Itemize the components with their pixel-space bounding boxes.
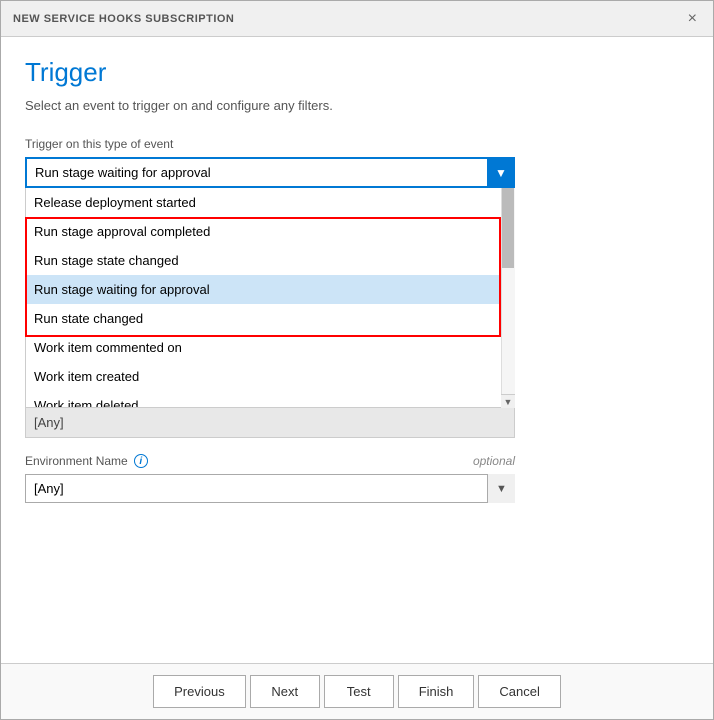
any-filter-row[interactable]: [Any] bbox=[25, 408, 515, 438]
env-label-row: Environment Name i optional bbox=[25, 454, 515, 468]
info-icon[interactable]: i bbox=[134, 454, 148, 468]
env-dropdown[interactable]: [Any] ▼ bbox=[25, 474, 515, 503]
event-trigger-selected[interactable]: Run stage waiting for approval bbox=[25, 157, 515, 188]
previous-button[interactable]: Previous bbox=[153, 675, 246, 708]
page-title: Trigger bbox=[25, 57, 689, 88]
scrollbar-track[interactable]: ▼ bbox=[501, 188, 515, 408]
list-item[interactable]: Work item commented on bbox=[26, 333, 514, 362]
env-selected-value: [Any] bbox=[34, 481, 64, 496]
any-label: [Any] bbox=[34, 415, 64, 430]
env-name-label: Environment Name bbox=[25, 454, 128, 468]
page-subtitle: Select an event to trigger on and config… bbox=[25, 98, 689, 113]
list-item[interactable]: Run state changed bbox=[26, 304, 514, 333]
test-button[interactable]: Test bbox=[324, 675, 394, 708]
list-item-selected[interactable]: Run stage waiting for approval bbox=[26, 275, 514, 304]
title-bar: NEW SERVICE HOOKS SUBSCRIPTION × bbox=[1, 1, 713, 37]
next-button[interactable]: Next bbox=[250, 675, 320, 708]
list-item[interactable]: Work item deleted bbox=[26, 391, 514, 408]
scrollbar-down-arrow[interactable]: ▼ bbox=[501, 394, 515, 408]
selected-value-text: Run stage waiting for approval bbox=[35, 165, 211, 180]
event-trigger-dropdown[interactable]: Run stage waiting for approval ▼ bbox=[25, 157, 515, 188]
dialog-footer: Previous Next Test Finish Cancel bbox=[1, 663, 713, 719]
list-item[interactable]: Run stage state changed bbox=[26, 246, 514, 275]
env-label-left: Environment Name i bbox=[25, 454, 148, 468]
dropdown-list: Release deployment started Run stage app… bbox=[25, 188, 515, 408]
dialog: NEW SERVICE HOOKS SUBSCRIPTION × Trigger… bbox=[0, 0, 714, 720]
dialog-title: NEW SERVICE HOOKS SUBSCRIPTION bbox=[13, 13, 234, 25]
list-item[interactable]: Work item created bbox=[26, 362, 514, 391]
event-trigger-label: Trigger on this type of event bbox=[25, 137, 689, 151]
form-section: Trigger on this type of event Run stage … bbox=[25, 137, 689, 438]
cancel-button[interactable]: Cancel bbox=[478, 675, 560, 708]
list-item[interactable]: Release deployment started bbox=[26, 188, 514, 217]
dialog-content: Trigger Select an event to trigger on an… bbox=[1, 37, 713, 663]
environment-section: Environment Name i optional [Any] ▼ bbox=[25, 454, 689, 503]
scrollbar-thumb[interactable] bbox=[502, 188, 514, 268]
list-item[interactable]: Run stage approval completed bbox=[26, 217, 514, 246]
env-dropdown-value[interactable]: [Any] bbox=[25, 474, 515, 503]
finish-button[interactable]: Finish bbox=[398, 675, 475, 708]
dropdown-list-container: Release deployment started Run stage app… bbox=[25, 188, 515, 408]
close-button[interactable]: × bbox=[684, 11, 701, 27]
optional-label: optional bbox=[473, 454, 515, 468]
